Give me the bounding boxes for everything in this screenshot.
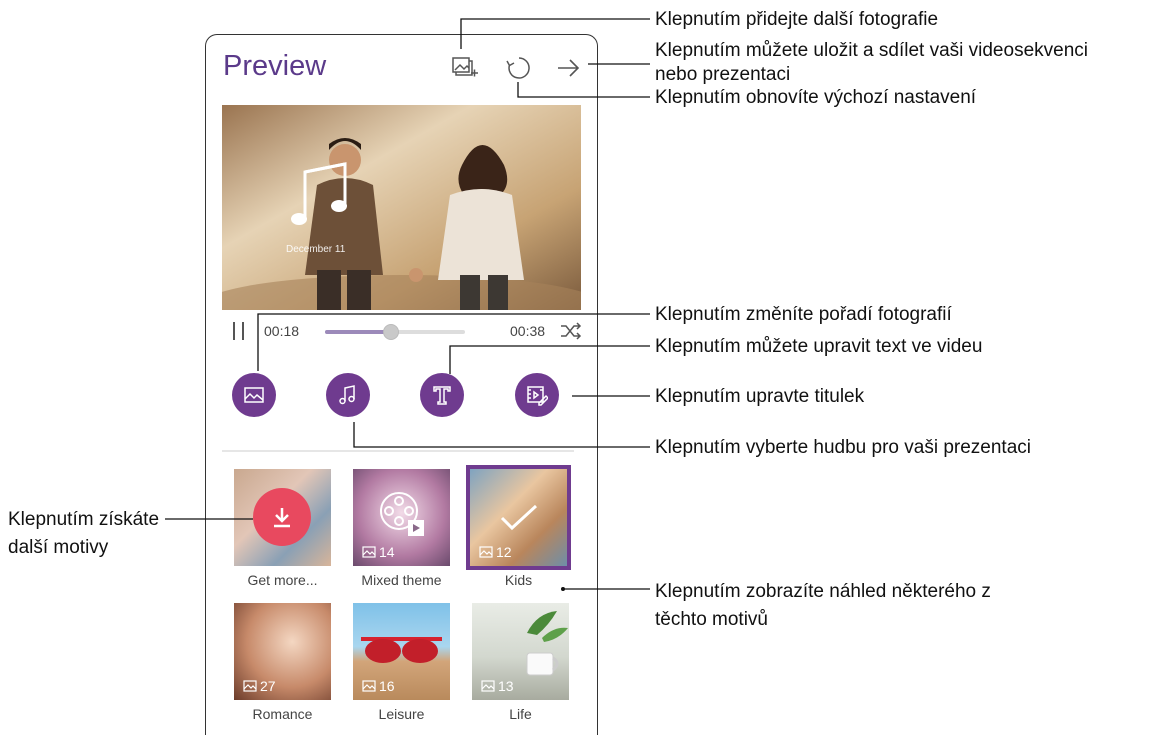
theme-thumbnail: 16 bbox=[353, 603, 450, 700]
photo-count-value: 16 bbox=[379, 678, 395, 694]
callout-reorder: Klepnutím změníte pořadí fotografií bbox=[655, 304, 952, 325]
theme-label: Kids bbox=[504, 572, 533, 588]
photo-count-value: 27 bbox=[260, 678, 276, 694]
callout-reset: Klepnutím obnovíte výchozí nastavení bbox=[655, 87, 977, 108]
theme-mixed[interactable]: 14 Mixed theme bbox=[353, 469, 450, 588]
image-icon bbox=[481, 680, 495, 692]
music-note-icon bbox=[339, 385, 355, 405]
arrow-right-icon[interactable] bbox=[553, 53, 583, 83]
callout-preview-theme-line2: těchto motivů bbox=[655, 609, 768, 630]
photo-count: 13 bbox=[481, 678, 514, 694]
reorder-photos-button[interactable] bbox=[232, 373, 276, 417]
pause-icon[interactable] bbox=[232, 322, 246, 340]
sunglasses-icon bbox=[361, 637, 442, 663]
theme-life[interactable]: 13 Life bbox=[472, 603, 569, 722]
theme-label: Leisure bbox=[378, 706, 425, 722]
photo-count-value: 14 bbox=[379, 544, 395, 560]
image-icon bbox=[362, 680, 376, 692]
edit-text-button[interactable] bbox=[420, 373, 464, 417]
download-button[interactable] bbox=[253, 488, 311, 546]
theme-thumbnail bbox=[234, 469, 331, 566]
theme-label: Get more... bbox=[247, 572, 318, 588]
photo-count: 27 bbox=[243, 678, 276, 694]
callout-more-themes-line2: další motivy bbox=[8, 537, 109, 558]
phone-screen: Preview December 11 00:18 00:38 Get more… bbox=[205, 34, 598, 735]
page-title: Preview bbox=[223, 50, 327, 82]
image-icon bbox=[244, 387, 264, 403]
theme-label: Mixed theme bbox=[361, 572, 442, 588]
download-icon bbox=[274, 508, 290, 528]
callout-preview-theme-line1: Klepnutím zobrazíte náhled některého z bbox=[655, 581, 991, 602]
selected-theme-frame bbox=[466, 465, 571, 570]
photo-count-value: 13 bbox=[498, 678, 514, 694]
theme-thumbnail: 27 bbox=[234, 603, 331, 700]
theme-label: Life bbox=[509, 706, 532, 722]
callout-edit-title: Klepnutím upravte titulek bbox=[655, 386, 865, 407]
theme-label: Romance bbox=[252, 706, 313, 722]
callout-save-share-line1: Klepnutím můžete uložit a sdílet vaši vi… bbox=[655, 40, 1088, 61]
divider bbox=[222, 450, 574, 452]
progress-thumb[interactable] bbox=[382, 324, 399, 340]
callout-save-share-line2: nebo prezentaci bbox=[655, 64, 791, 85]
shuffle-icon[interactable] bbox=[560, 322, 582, 340]
callout-add-photos: Klepnutím přidejte další fotografie bbox=[655, 9, 939, 30]
progress-slider[interactable] bbox=[325, 324, 465, 340]
player-bar: 00:18 00:38 bbox=[232, 320, 582, 344]
preview-photo[interactable]: December 11 bbox=[222, 105, 581, 310]
refresh-icon[interactable] bbox=[504, 53, 534, 83]
photo-caption: December 11 bbox=[286, 244, 346, 255]
music-button[interactable] bbox=[326, 373, 370, 417]
theme-thumbnail: 14 bbox=[353, 469, 450, 566]
theme-romance[interactable]: 27 Romance bbox=[234, 603, 331, 722]
theme-thumbnail: 13 bbox=[472, 603, 569, 700]
current-time: 00:18 bbox=[264, 323, 300, 339]
film-edit-icon bbox=[527, 386, 548, 406]
add-photo-icon[interactable] bbox=[450, 53, 480, 83]
photo-count: 14 bbox=[362, 544, 395, 560]
theme-leisure[interactable]: 16 Leisure bbox=[353, 603, 450, 722]
photo-count: 16 bbox=[362, 678, 395, 694]
progress-fill bbox=[325, 330, 391, 334]
image-icon bbox=[243, 680, 257, 692]
theme-get-more[interactable]: Get more... bbox=[234, 469, 331, 588]
film-reel-icon bbox=[380, 492, 424, 536]
callout-more-themes-line1: Klepnutím získáte bbox=[8, 509, 160, 530]
edit-title-button[interactable] bbox=[515, 373, 559, 417]
callout-music: Klepnutím vyberte hudbu pro vaši prezent… bbox=[655, 437, 1031, 458]
total-time: 00:38 bbox=[510, 323, 546, 339]
callout-edit-text: Klepnutím můžete upravit text ve videu bbox=[655, 336, 983, 357]
couple-photo bbox=[222, 105, 581, 310]
text-icon bbox=[433, 386, 451, 405]
image-icon bbox=[362, 546, 376, 558]
